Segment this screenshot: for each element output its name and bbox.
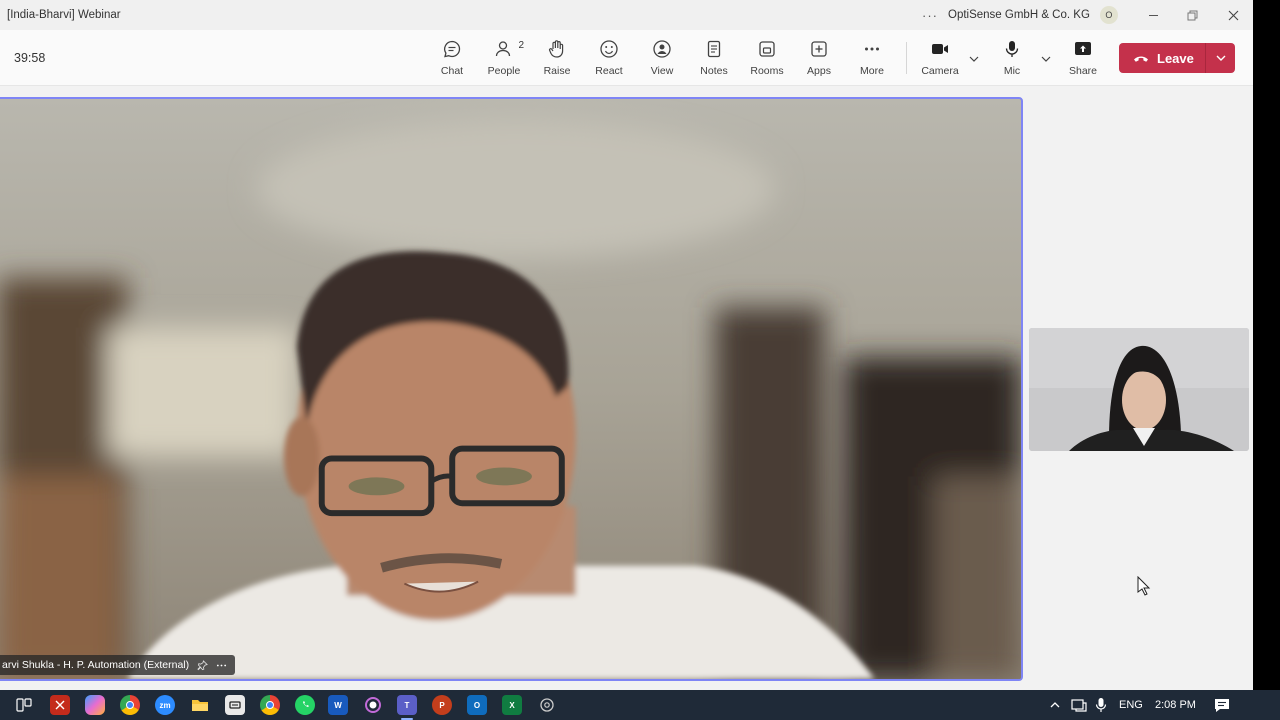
apps-label: Apps <box>807 65 831 77</box>
camera-icon <box>929 38 951 60</box>
mouse-cursor-icon <box>1137 576 1151 596</box>
share-label: Share <box>1068 65 1098 77</box>
more-button[interactable]: More <box>846 38 898 82</box>
minimize-button[interactable] <box>1133 0 1173 30</box>
more-horizontal-icon[interactable] <box>216 660 227 671</box>
leave-button[interactable]: Leave <box>1119 43 1235 73</box>
raise-hand-icon <box>546 38 568 60</box>
leave-options-button[interactable] <box>1206 52 1235 64</box>
screen-edge <box>1253 0 1280 690</box>
share-button[interactable]: Share <box>1057 38 1109 82</box>
add-apps-icon <box>808 38 830 60</box>
people-count: 2 <box>518 40 524 51</box>
powerpoint-icon[interactable]: P <box>432 695 452 715</box>
close-button[interactable] <box>1213 0 1253 30</box>
meeting-timer: 39:58 <box>14 51 46 65</box>
participant-name: arvi Shukla - H. P. Automation (External… <box>2 659 190 671</box>
chat-button[interactable]: Chat <box>426 38 478 82</box>
microphone-icon <box>1001 38 1023 60</box>
windows-taskbar: zm W T P O X ENG 2:08 PM <box>0 690 1280 720</box>
chrome-icon[interactable] <box>120 695 140 715</box>
camera-button[interactable]: Camera <box>914 38 966 82</box>
main-participant-video[interactable]: arvi Shukla - H. P. Automation (External… <box>0 97 1023 681</box>
microphone-icon[interactable] <box>1095 690 1107 720</box>
minimize-icon <box>1148 14 1158 16</box>
mic-label: Mic <box>1003 65 1021 77</box>
camera-options-chevron-icon[interactable] <box>967 52 981 66</box>
people-label: People <box>487 65 521 77</box>
participant-video-image <box>0 99 1021 679</box>
teams-icon[interactable]: T <box>397 695 417 720</box>
view-icon <box>651 38 673 60</box>
chevron-down-icon <box>1216 55 1225 61</box>
leave-main[interactable]: Leave <box>1119 43 1205 73</box>
raise-label: Raise <box>543 65 571 77</box>
close-icon <box>1228 10 1238 20</box>
self-view-video[interactable] <box>1029 328 1249 451</box>
raise-hand-button[interactable]: Raise <box>531 38 583 82</box>
react-button[interactable]: React <box>583 38 635 82</box>
notes-label: Notes <box>700 65 728 77</box>
people-icon: 2 <box>493 38 524 60</box>
window-title-bar: [India-Bharvi] Webinar ··· OptiSense Gmb… <box>0 0 1253 30</box>
excel-icon[interactable]: X <box>502 695 522 715</box>
snipping-icon[interactable] <box>50 695 70 715</box>
outlook-icon[interactable]: O <box>467 695 487 715</box>
account-area[interactable]: ··· OptiSense GmbH & Co. KG O <box>922 6 1118 24</box>
self-view-image <box>1029 328 1249 451</box>
record-icon[interactable] <box>363 695 383 715</box>
notes-icon <box>703 38 725 60</box>
chat-label: Chat <box>440 65 464 77</box>
view-label: View <box>650 65 674 77</box>
whatsapp-icon[interactable] <box>295 695 315 715</box>
restore-button[interactable] <box>1172 0 1212 30</box>
rooms-button[interactable]: Rooms <box>741 38 793 82</box>
more-horizontal-icon <box>861 38 883 60</box>
file-explorer-icon[interactable] <box>190 695 210 715</box>
zoom-icon[interactable]: zm <box>155 695 175 715</box>
task-view-icon[interactable] <box>14 695 34 715</box>
copilot-icon[interactable] <box>85 695 105 715</box>
rooms-icon <box>756 38 778 60</box>
notifications-icon[interactable] <box>1214 690 1230 720</box>
emoji-icon <box>598 38 620 60</box>
leave-label: Leave <box>1157 50 1194 66</box>
organization-name: OptiSense GmbH & Co. KG <box>948 9 1090 21</box>
word-icon[interactable]: W <box>328 695 348 715</box>
app-icon[interactable] <box>225 695 245 715</box>
window-title: [India-Bharvi] Webinar <box>7 9 121 21</box>
more-label: More <box>860 65 884 77</box>
avatar[interactable]: O <box>1099 6 1118 24</box>
view-button[interactable]: View <box>636 38 688 82</box>
mic-options-chevron-icon[interactable] <box>1039 52 1053 66</box>
clock[interactable]: 2:08 PM <box>1155 690 1196 720</box>
language-indicator[interactable]: ENG <box>1119 690 1143 720</box>
pin-icon[interactable] <box>197 659 209 671</box>
people-button[interactable]: 2 People <box>478 38 530 82</box>
phone-hangup-icon <box>1134 56 1148 62</box>
apps-button[interactable]: Apps <box>793 38 845 82</box>
notes-button[interactable]: Notes <box>688 38 740 82</box>
camera-label: Camera <box>921 65 959 77</box>
show-hidden-icons-icon[interactable] <box>1049 690 1061 720</box>
chrome-icon[interactable] <box>260 695 280 715</box>
share-screen-icon <box>1072 38 1094 60</box>
meeting-toolbar: 39:58 Chat 2 People Raise React View Not… <box>0 30 1253 86</box>
participant-name-tag: arvi Shukla - H. P. Automation (External… <box>0 655 236 675</box>
react-label: React <box>595 65 623 77</box>
more-horizontal-icon[interactable]: ··· <box>922 8 938 23</box>
restore-icon <box>1187 10 1197 20</box>
mic-button[interactable]: Mic <box>986 38 1038 82</box>
rooms-label: Rooms <box>750 65 784 77</box>
network-icon[interactable] <box>1071 690 1087 720</box>
settings-icon[interactable] <box>537 695 557 715</box>
chat-icon <box>441 38 463 60</box>
toolbar-divider <box>906 42 907 74</box>
